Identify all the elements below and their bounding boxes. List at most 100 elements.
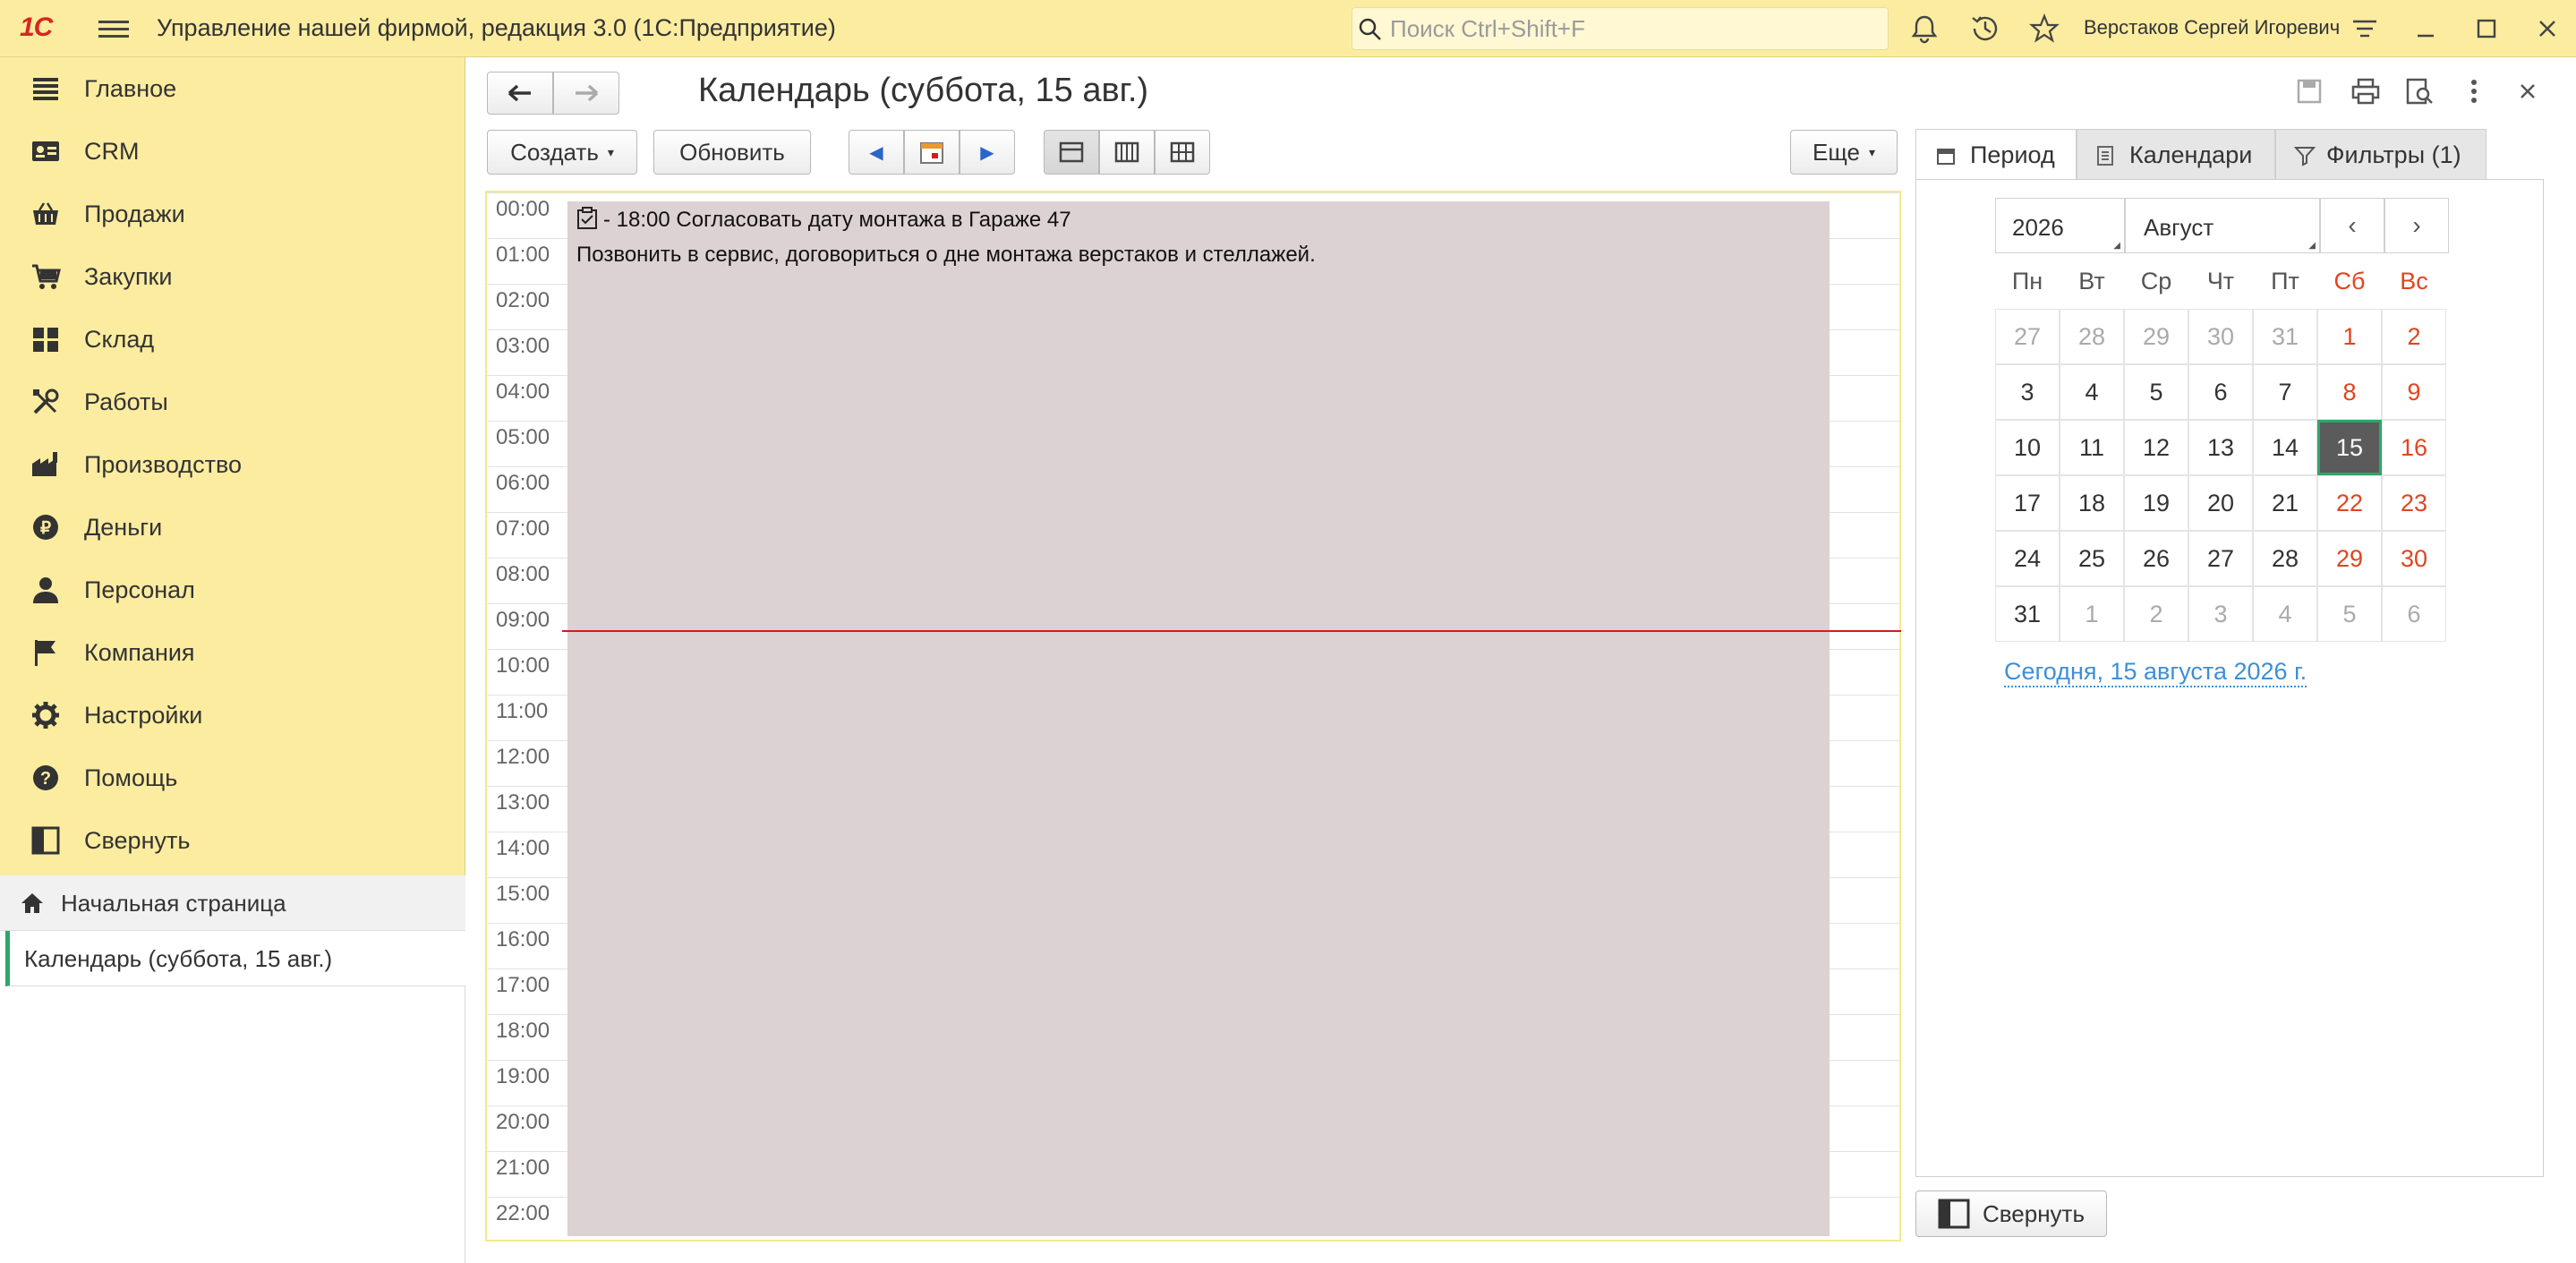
more-actions-icon[interactable] [2463,77,2485,106]
next-period-button[interactable]: ▶ [960,130,1015,175]
calendar-day[interactable]: 5 [2317,586,2382,642]
calendar-day[interactable]: 23 [2382,475,2446,531]
open-window-calendar[interactable]: Календарь (суббота, 15 авг.) [5,931,465,986]
calendar-day[interactable]: 7 [2253,364,2317,420]
calendar-day[interactable]: 5 [2124,364,2188,420]
settings-menu-icon[interactable] [2349,13,2381,45]
sidebar-item-crm[interactable]: CRM [0,120,465,183]
sidebar-item-works[interactable]: Работы [0,371,465,433]
sidebar-item-collapse[interactable]: Свернуть [0,809,465,872]
calendar-day[interactable]: 26 [2124,531,2188,586]
history-icon[interactable] [1969,13,2001,45]
calendar-day[interactable]: 20 [2188,475,2253,531]
view-week-button[interactable] [1099,130,1155,175]
maximize-icon[interactable] [2470,13,2503,45]
calendar-day[interactable]: 3 [1995,364,2060,420]
calendar-day[interactable]: 30 [2382,531,2446,586]
calendar-day[interactable]: 28 [2060,309,2124,364]
open-window-home[interactable]: Начальная страница [0,875,465,931]
calendar-day[interactable]: 31 [1995,586,2060,642]
calendar-day[interactable]: 18 [2060,475,2124,531]
sidebar-item-personnel[interactable]: Персонал [0,559,465,621]
day-schedule[interactable]: 00:00 01:00 02:00 03:00 04:00 05:00 06:00 07:00… [485,191,1901,1242]
calendar-day[interactable]: 16 [2382,420,2446,475]
sidebar-item-purchases[interactable]: Закупки [0,245,465,308]
minimize-icon[interactable] [2410,13,2442,45]
tab-calendars[interactable]: Календари [2077,129,2275,181]
calendar-day[interactable]: 27 [1995,309,2060,364]
calendar-day[interactable]: 2 [2382,309,2446,364]
sidebar-item-company[interactable]: Компания [0,621,465,684]
next-month-button[interactable]: › [2384,198,2449,253]
view-day-button[interactable] [1044,130,1099,175]
sidebar-item-money[interactable]: ₽ Деньги [0,496,465,559]
hour-label: 22:00 [496,1201,550,1225]
calendar-day[interactable]: 22 [2317,475,2382,531]
prev-period-button[interactable]: ◀ [849,130,904,175]
sidebar-item-label: Настройки [84,701,203,729]
preview-icon[interactable] [2404,77,2435,106]
calendar-day[interactable]: 29 [2124,309,2188,364]
calendar-day[interactable]: 10 [1995,420,2060,475]
refresh-button[interactable]: Обновить [653,130,811,175]
print-icon[interactable] [2350,77,2381,106]
today-button[interactable] [904,130,960,175]
save-icon[interactable] [2295,77,2324,106]
calendar-day[interactable]: 27 [2188,531,2253,586]
sidebar-item-help[interactable]: ? Помощь [0,747,465,809]
calendar-day[interactable]: 13 [2188,420,2253,475]
calendar-day[interactable]: 14 [2253,420,2317,475]
calendar-day[interactable]: 19 [2124,475,2188,531]
triangle-right-icon: ▶ [980,142,994,163]
create-button[interactable]: Создать ▾ [487,130,637,175]
close-window-icon[interactable] [2531,13,2563,45]
calendar-day[interactable]: 25 [2060,531,2124,586]
user-name[interactable]: Верстаков Сергей Игоревич [2084,16,2340,39]
calendar-day[interactable]: 12 [2124,420,2188,475]
more-button[interactable]: Еще ▾ [1790,130,1898,175]
calendar-day[interactable]: 4 [2060,364,2124,420]
sidebar-item-sales[interactable]: Продажи [0,183,465,245]
tab-period[interactable]: Период [1915,129,2077,181]
sidebar-item-warehouse[interactable]: Склад [0,308,465,371]
search-input[interactable] [1390,13,1873,44]
calendar-day[interactable]: 1 [2317,309,2382,364]
year-field[interactable]: 2026 ◢ [1995,198,2125,253]
star-icon[interactable] [2028,13,2060,45]
back-button[interactable] [487,72,553,115]
calendar-day[interactable]: 28 [2253,531,2317,586]
calendar-day[interactable]: 17 [1995,475,2060,531]
calendar-day[interactable]: 4 [2253,586,2317,642]
calendar-day[interactable]: 9 [2382,364,2446,420]
calendar-day[interactable]: 6 [2382,586,2446,642]
collapse-panel-button[interactable]: Свернуть [1915,1190,2107,1237]
person-icon [33,577,58,603]
close-form-icon[interactable] [2513,77,2542,106]
calendar-day[interactable]: 21 [2253,475,2317,531]
calendar-day[interactable]: 29 [2317,531,2382,586]
calendar-day[interactable]: 15 [2317,420,2382,475]
today-link[interactable]: Сегодня, 15 августа 2026 г. [2004,658,2307,687]
calendar-event[interactable]: - 18:00 Согласовать дату монтажа в Гараж… [567,201,1830,1236]
sidebar-item-settings[interactable]: Настройки [0,684,465,747]
calendar-day[interactable]: 3 [2188,586,2253,642]
calendar-day[interactable]: 2 [2124,586,2188,642]
month-field[interactable]: Август ◢ [2125,198,2320,253]
calendar-day[interactable]: 8 [2317,364,2382,420]
sidebar-item-production[interactable]: Производство [0,433,465,496]
calendar-day[interactable]: 1 [2060,586,2124,642]
calendar-day[interactable]: 11 [2060,420,2124,475]
calendar-day[interactable]: 24 [1995,531,2060,586]
hour-label: 01:00 [496,243,550,267]
calendar-day[interactable]: 30 [2188,309,2253,364]
sidebar-item-main[interactable]: Главное [0,57,465,120]
bell-icon[interactable] [1908,13,1941,45]
main-menu-icon[interactable] [98,16,129,41]
forward-button[interactable] [553,72,619,115]
calendar-day[interactable]: 31 [2253,309,2317,364]
calendar-day[interactable]: 6 [2188,364,2253,420]
prev-month-button[interactable]: ‹ [2320,198,2384,253]
view-month-button[interactable] [1155,130,1210,175]
search-box[interactable] [1352,7,1889,50]
tab-filters[interactable]: Фильтры (1) [2275,129,2486,181]
